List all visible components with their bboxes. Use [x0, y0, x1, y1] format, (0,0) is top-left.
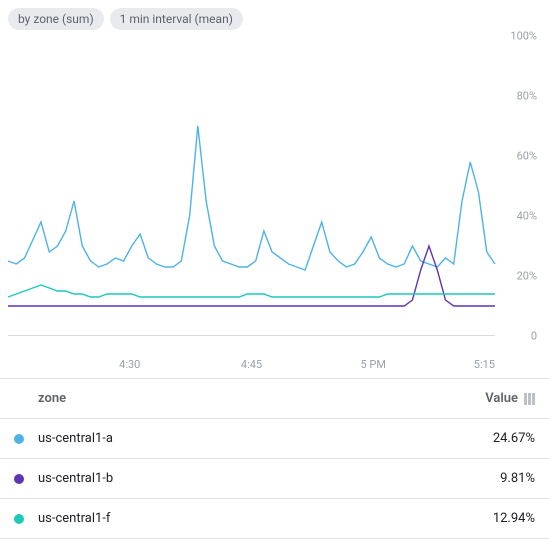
series-us-central1-b — [8, 246, 495, 306]
y-tick-label: 80% — [517, 90, 537, 103]
y-tick-label: 100% — [510, 30, 537, 43]
y-tick-label: 60% — [517, 150, 537, 163]
series-color-dot — [14, 474, 24, 484]
x-tick-label: 5 PM — [361, 358, 386, 371]
y-axis-labels: 020%40%60%80%100% — [499, 36, 541, 336]
columns-icon[interactable] — [524, 393, 535, 405]
legend-table: zone Value us-central1-a24.67%us-central… — [0, 378, 549, 539]
chip-by-zone[interactable]: by zone (sum) — [8, 8, 104, 30]
zone-value: 12.94% — [465, 511, 535, 526]
zone-value: 9.81% — [465, 471, 535, 486]
y-tick-label: 20% — [517, 270, 537, 283]
series-color-dot — [14, 434, 24, 444]
table-row[interactable]: us-central1-f12.94% — [0, 499, 549, 539]
x-tick-label: 5:15 — [474, 358, 495, 371]
x-axis-baseline — [8, 335, 495, 336]
zone-name: us-central1-f — [38, 511, 465, 526]
zone-name: us-central1-a — [38, 431, 465, 446]
col-zone-header[interactable]: zone — [38, 391, 448, 406]
series-color-dot — [14, 514, 24, 524]
table-header: zone Value — [0, 379, 549, 419]
zone-name: us-central1-b — [38, 471, 465, 486]
series-us-central1-a — [8, 126, 495, 270]
table-row[interactable]: us-central1-b9.81% — [0, 459, 549, 499]
y-tick-label: 0 — [531, 330, 537, 343]
table-row[interactable]: us-central1-a24.67% — [0, 419, 549, 459]
chip-interval[interactable]: 1 min interval (mean) — [110, 8, 243, 30]
col-value-header[interactable]: Value — [448, 391, 518, 406]
series-us-central1-f — [8, 285, 495, 297]
line-chart: 020%40%60%80%100% — [8, 36, 541, 356]
x-tick-label: 4:45 — [241, 358, 262, 371]
x-axis-labels: 4:30 4:45 5 PM 5:15 — [8, 356, 495, 374]
x-tick-label: 4:30 — [119, 358, 140, 371]
filter-chips: by zone (sum) 1 min interval (mean) — [8, 8, 541, 30]
zone-value: 24.67% — [465, 431, 535, 446]
y-tick-label: 40% — [517, 210, 537, 223]
